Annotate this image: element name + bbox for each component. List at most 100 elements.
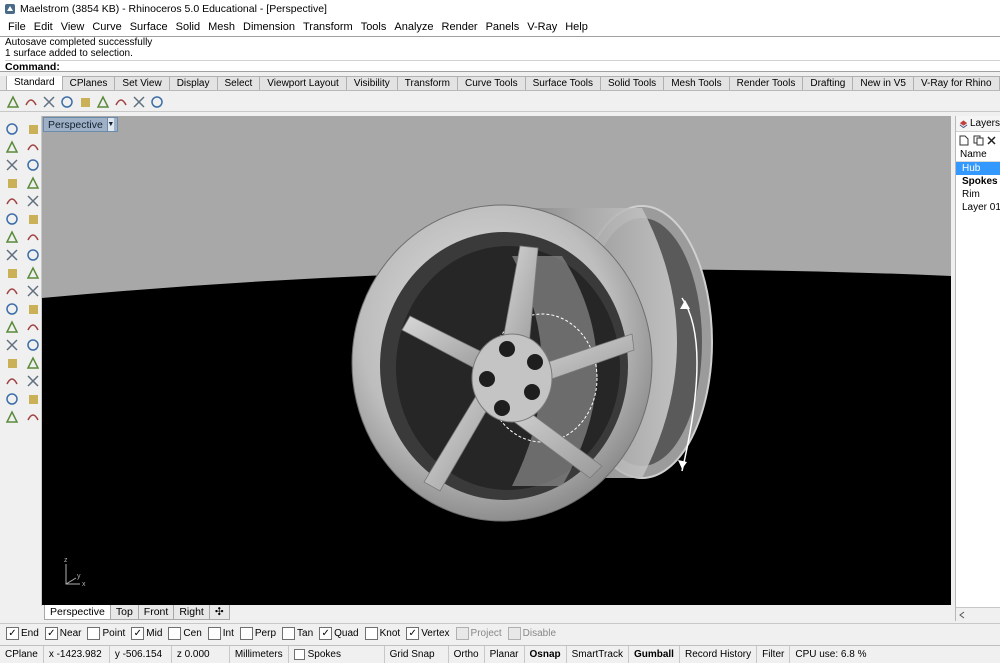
menu-transform[interactable]: Transform (299, 21, 357, 33)
scale-icon[interactable] (23, 354, 43, 372)
texture-icon[interactable] (58, 93, 75, 110)
layer-icon[interactable] (23, 408, 43, 426)
toolbar-tab-curve-tools[interactable]: Curve Tools (456, 76, 526, 90)
boolean-icon[interactable] (23, 246, 43, 264)
freeform-curve-icon[interactable] (23, 192, 43, 210)
toolbar-tab-display[interactable]: Display (168, 76, 218, 90)
viewport-title-tab[interactable]: Perspective ▼ (43, 117, 118, 132)
toolbar-tab-set-view[interactable]: Set View (114, 76, 170, 90)
status-gumball[interactable]: Gumball (629, 645, 680, 663)
circle-icon[interactable] (2, 156, 22, 174)
osnap-disable[interactable]: Disable (507, 627, 556, 640)
osnap-perp-checkbox[interactable] (239, 627, 253, 640)
viewport-menu-caret-icon[interactable]: ▼ (106, 118, 114, 131)
viewport-tab-top[interactable]: Top (109, 605, 139, 620)
osnap-near[interactable]: ✓ Near (44, 627, 81, 640)
osnap-point[interactable]: Point (87, 627, 125, 640)
layer-row-rim[interactable]: Rim (956, 188, 1000, 201)
toolbar-tab-cplanes[interactable]: CPlanes (61, 76, 116, 90)
analyze-icon[interactable] (23, 372, 43, 390)
toolbar-tab-transform[interactable]: Transform (396, 76, 458, 90)
grid-icon[interactable] (2, 372, 22, 390)
mesh-icon[interactable] (2, 282, 22, 300)
osnap-tan[interactable]: Tan (282, 627, 313, 640)
group-icon[interactable] (2, 336, 22, 354)
toolbar-tab-new-in-v5[interactable]: New in V5 (852, 76, 914, 90)
osnap-project[interactable]: Project (455, 627, 502, 640)
point-icon[interactable] (23, 120, 43, 138)
layers-scrollbar[interactable] (956, 607, 1000, 621)
render-teapot-icon[interactable] (4, 93, 21, 110)
osnap-end[interactable]: ✓ End (6, 627, 39, 640)
osnap-cen-checkbox[interactable] (168, 627, 182, 640)
osnap-mid-checkbox[interactable]: ✓ (131, 627, 145, 640)
menu-curve[interactable]: Curve (88, 21, 125, 33)
menu-v-ray[interactable]: V-Ray (523, 21, 561, 33)
display-icon[interactable] (2, 408, 22, 426)
status-current-layer[interactable]: Spokes (289, 645, 385, 663)
array-icon[interactable] (23, 336, 43, 354)
osnap-cen[interactable]: Cen (168, 627, 202, 640)
menu-surface[interactable]: Surface (126, 21, 172, 33)
toolbar-tab-drafting[interactable]: Drafting (802, 76, 854, 90)
status-filter[interactable]: Filter (757, 645, 791, 663)
status-ortho[interactable]: Ortho (449, 645, 485, 663)
toolbar-tab-visibility[interactable]: Visibility (345, 76, 398, 90)
toolbar-tab-viewport-layout[interactable]: Viewport Layout (259, 76, 347, 90)
osnap-perp[interactable]: Perp (239, 627, 276, 640)
new-layer-icon[interactable] (959, 134, 970, 146)
status-grid-snap[interactable]: Grid Snap (385, 645, 449, 663)
toolbar-tab-surface-tools[interactable]: Surface Tools (524, 76, 601, 90)
menu-dimension[interactable]: Dimension (239, 21, 299, 33)
loft-icon[interactable] (23, 210, 43, 228)
add-viewport-tab-icon[interactable]: ✣ (208, 605, 230, 620)
sun-icon[interactable] (130, 93, 147, 110)
menu-edit[interactable]: Edit (30, 21, 57, 33)
osnap-knot[interactable]: Knot (364, 627, 400, 640)
osnap-knot-checkbox[interactable] (364, 627, 378, 640)
osnap-mid[interactable]: ✓ Mid (131, 627, 162, 640)
osnap-quad-checkbox[interactable]: ✓ (319, 627, 333, 640)
status-record-history[interactable]: Record History (680, 645, 758, 663)
polygon-icon[interactable] (2, 174, 22, 192)
ground-plane-icon[interactable] (148, 93, 165, 110)
menu-analyze[interactable]: Analyze (390, 21, 437, 33)
toolbar-tab-v-ray-for-rhino[interactable]: V-Ray for Rhino (912, 76, 1000, 90)
osnap-point-checkbox[interactable] (87, 627, 101, 640)
layers-panel-tab[interactable]: Layers (956, 116, 1000, 132)
offset-icon[interactable] (23, 264, 43, 282)
polyline-icon[interactable] (2, 138, 22, 156)
menu-tools[interactable]: Tools (357, 21, 391, 33)
dimension-icon[interactable] (23, 318, 43, 336)
curve-icon[interactable] (23, 138, 43, 156)
layer-row-hub[interactable]: Hub (956, 162, 1000, 175)
osnap-end-checkbox[interactable]: ✓ (6, 627, 19, 640)
layer-row-layer-01[interactable]: Layer 01 (956, 201, 1000, 214)
properties-icon[interactable] (2, 390, 22, 408)
osnap-quad[interactable]: ✓ Quad (319, 627, 359, 640)
status-smarttrack[interactable]: SmartTrack (567, 645, 629, 663)
osnap-near-checkbox[interactable]: ✓ (44, 627, 58, 640)
surface-icon[interactable] (2, 210, 22, 228)
material-icon[interactable] (40, 93, 57, 110)
status-units[interactable]: Millimeters (230, 645, 289, 663)
status-osnap[interactable]: Osnap (525, 645, 567, 663)
menu-render[interactable]: Render (438, 21, 482, 33)
osnap-tan-checkbox[interactable] (282, 627, 296, 640)
menu-help[interactable]: Help (561, 21, 592, 33)
osnap-int-checkbox[interactable] (207, 627, 221, 640)
rectangle-icon[interactable] (23, 174, 43, 192)
render-preview-icon[interactable] (22, 93, 39, 110)
ellipse-icon[interactable] (2, 192, 22, 210)
duplicate-layer-icon[interactable] (973, 134, 984, 146)
status-cplane[interactable]: CPlane (0, 645, 44, 663)
osnap-disable-checkbox[interactable] (507, 627, 521, 640)
perspective-viewport[interactable]: z y x Perspective ▼ (42, 116, 951, 605)
toolbar-tab-solid-tools[interactable]: Solid Tools (600, 76, 665, 90)
delete-layer-icon[interactable] (987, 134, 998, 146)
viewport-tab-right[interactable]: Right (173, 605, 210, 620)
fillet-icon[interactable] (2, 264, 22, 282)
globe-icon[interactable] (112, 93, 129, 110)
check-icon[interactable] (23, 390, 43, 408)
toolbar-tab-standard[interactable]: Standard (6, 76, 63, 90)
